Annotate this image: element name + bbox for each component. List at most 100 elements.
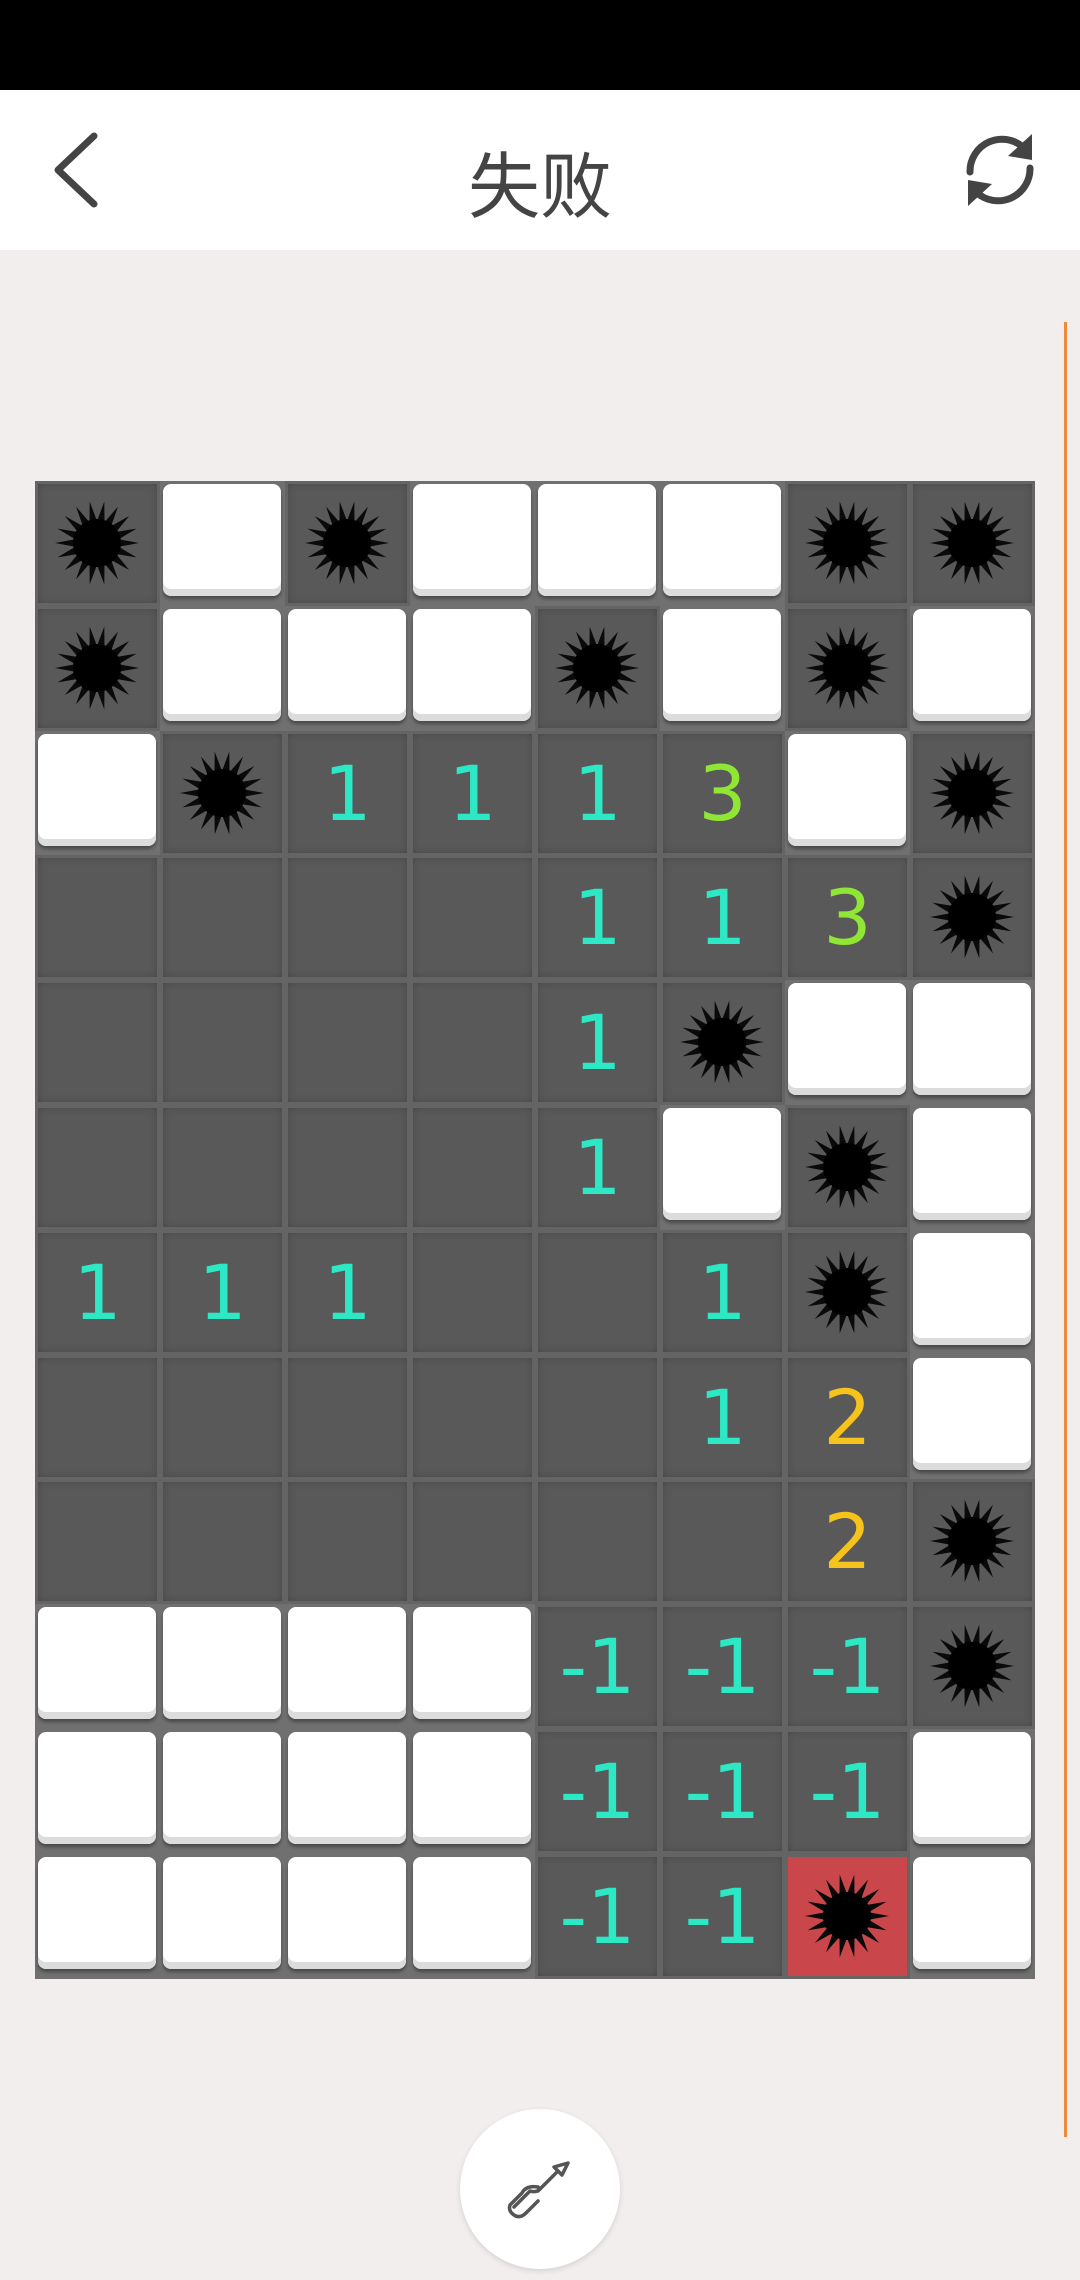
cell-number: -1 xyxy=(684,1746,761,1836)
covered-cell[interactable] xyxy=(38,1732,156,1844)
covered-cell[interactable] xyxy=(288,1607,406,1719)
cell-number: 1 xyxy=(698,1372,747,1462)
cell-number: 1 xyxy=(573,748,622,838)
mine-icon xyxy=(805,1874,889,1958)
covered-cell[interactable] xyxy=(413,484,531,596)
cell-number: 2 xyxy=(823,1372,872,1462)
number-cell: 1 xyxy=(285,1230,410,1355)
empty-cell xyxy=(35,980,160,1105)
covered-cell[interactable] xyxy=(538,484,656,596)
cell-number: 2 xyxy=(823,1496,872,1586)
empty-cell xyxy=(285,1479,410,1604)
number-cell: 1 xyxy=(660,855,785,980)
mine-cell xyxy=(160,731,285,856)
covered-cell[interactable] xyxy=(413,1607,531,1719)
covered-cell[interactable] xyxy=(413,1732,531,1844)
cell-number: 1 xyxy=(698,872,747,962)
mine-icon xyxy=(805,501,889,585)
covered-cell[interactable] xyxy=(288,609,406,721)
empty-cell xyxy=(410,1230,535,1355)
covered-cell[interactable] xyxy=(413,1857,531,1969)
covered-cell[interactable] xyxy=(163,1857,281,1969)
covered-cell[interactable] xyxy=(663,1108,781,1220)
number-cell: 3 xyxy=(660,731,785,856)
covered-cell[interactable] xyxy=(913,1732,1031,1844)
empty-cell xyxy=(410,980,535,1105)
covered-cell[interactable] xyxy=(663,484,781,596)
mine-cell xyxy=(35,606,160,731)
covered-cell[interactable] xyxy=(288,1857,406,1969)
cell-number: -1 xyxy=(684,1621,761,1711)
covered-cell[interactable] xyxy=(163,484,281,596)
covered-cell[interactable] xyxy=(913,1358,1031,1470)
covered-cell[interactable] xyxy=(163,1607,281,1719)
covered-cell[interactable] xyxy=(38,1857,156,1969)
covered-cell[interactable] xyxy=(38,734,156,846)
empty-cell xyxy=(285,1355,410,1480)
covered-cell[interactable] xyxy=(788,983,906,1095)
covered-cell[interactable] xyxy=(663,609,781,721)
mine-icon xyxy=(805,626,889,710)
mine-icon xyxy=(680,1000,764,1084)
covered-cell[interactable] xyxy=(788,734,906,846)
number-cell: 1 xyxy=(35,1230,160,1355)
mine-cell xyxy=(785,1105,910,1230)
number-cell: -1 xyxy=(535,1854,660,1979)
restart-button[interactable] xyxy=(950,120,1050,220)
number-cell: 3 xyxy=(785,855,910,980)
number-cell: 2 xyxy=(785,1355,910,1480)
mine-cell xyxy=(785,606,910,731)
status-bar xyxy=(0,0,1080,90)
cell-number: -1 xyxy=(559,1621,636,1711)
number-cell: 1 xyxy=(535,731,660,856)
mine-icon xyxy=(805,1250,889,1334)
page-title: 失败 xyxy=(467,145,612,229)
cell-number: 1 xyxy=(198,1247,247,1337)
cell-number: 1 xyxy=(448,748,497,838)
empty-cell xyxy=(35,1355,160,1480)
refresh-icon xyxy=(966,134,1034,206)
covered-cell[interactable] xyxy=(913,609,1031,721)
mine-cell xyxy=(785,481,910,606)
mine-cell xyxy=(910,1604,1035,1729)
covered-cell[interactable] xyxy=(413,609,531,721)
mine-icon xyxy=(930,1499,1014,1583)
minefield-board[interactable]: 1 1 1 3 1 1 3 1 1 1 1 1 1 1 2 2 -1 -1 -1 -1 -1 -1 -1 -1 xyxy=(35,481,1035,1979)
covered-cell[interactable] xyxy=(913,1108,1031,1220)
cell-number: -1 xyxy=(809,1621,886,1711)
covered-cell[interactable] xyxy=(913,1233,1031,1345)
cell-number: -1 xyxy=(684,1871,761,1961)
mine-icon xyxy=(305,501,389,585)
mine-icon xyxy=(180,751,264,835)
covered-cell[interactable] xyxy=(913,1857,1031,1969)
number-cell: 1 xyxy=(535,980,660,1105)
number-cell: 1 xyxy=(285,731,410,856)
mine-icon xyxy=(55,501,139,585)
mine-cell xyxy=(35,481,160,606)
number-cell: -1 xyxy=(660,1854,785,1979)
number-cell: 1 xyxy=(535,855,660,980)
mine-icon xyxy=(930,875,1014,959)
covered-cell[interactable] xyxy=(288,1732,406,1844)
dig-mode-button[interactable] xyxy=(460,2109,620,2269)
covered-cell[interactable] xyxy=(163,609,281,721)
mine-icon xyxy=(930,501,1014,585)
cell-number: 1 xyxy=(323,1247,372,1337)
mine-icon xyxy=(555,626,639,710)
number-cell: -1 xyxy=(660,1729,785,1854)
mine-cell xyxy=(910,481,1035,606)
number-cell: 1 xyxy=(535,1105,660,1230)
covered-cell[interactable] xyxy=(913,983,1031,1095)
number-cell: 1 xyxy=(660,1355,785,1480)
empty-cell xyxy=(285,855,410,980)
cell-number: 3 xyxy=(698,748,747,838)
number-cell: -1 xyxy=(535,1604,660,1729)
covered-cell[interactable] xyxy=(38,1607,156,1719)
covered-cell[interactable] xyxy=(163,1732,281,1844)
mine-cell xyxy=(910,855,1035,980)
number-cell: -1 xyxy=(535,1729,660,1854)
cell-number: 1 xyxy=(573,997,622,1087)
empty-cell xyxy=(35,855,160,980)
empty-cell xyxy=(410,1105,535,1230)
number-cell: 1 xyxy=(410,731,535,856)
